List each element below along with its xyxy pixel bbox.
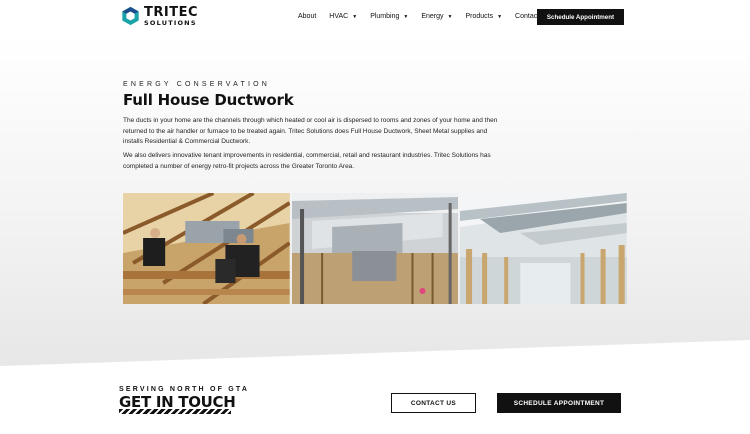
nav-label: About: [298, 13, 317, 20]
nav-item-about[interactable]: About: [298, 13, 316, 20]
nav-item-hvac[interactable]: HVAC ▼: [329, 13, 357, 20]
photo-ceiling-ducts: [291, 193, 459, 304]
contact-eyebrow: SERVING NORTH OF GTA: [119, 386, 250, 393]
photo-commercial-ducts: [460, 193, 628, 304]
gallery-photo-attic-install[interactable]: [123, 193, 290, 304]
nav-item-energy[interactable]: Energy ▼: [421, 13, 452, 20]
logo-subname: SOLUTIONS: [144, 19, 197, 27]
chevron-down-icon: ▼: [403, 13, 409, 20]
photo-gallery: [123, 193, 628, 304]
schedule-appointment-button-footer[interactable]: SCHEDULE APPOINTMENT: [497, 393, 621, 413]
gallery-photo-ceiling-ducts[interactable]: [291, 193, 459, 304]
nav-item-contact[interactable]: Contact: [515, 13, 539, 20]
main-nav: About HVAC ▼ Plumbing ▼ Energy ▼ Product…: [298, 13, 552, 20]
photo-attic-ductwork: [123, 193, 290, 304]
chevron-down-icon: ▼: [352, 13, 358, 20]
nav-label: Products: [465, 13, 494, 20]
nav-label: Contact: [515, 13, 540, 20]
intro-paragraph: The ducts in your home are the channels …: [123, 117, 498, 145]
chevron-down-icon: ▼: [497, 13, 503, 20]
brand-logo[interactable]: TRITEC SOLUTIONS: [121, 6, 198, 27]
gallery-photo-commercial-ducts[interactable]: [460, 193, 628, 304]
nav-item-plumbing[interactable]: Plumbing ▼: [370, 13, 408, 20]
logo-mark-icon: [122, 7, 139, 26]
site-header: TRITEC SOLUTIONS About HVAC ▼ Plumbing ▼…: [0, 0, 750, 36]
detail-paragraph: We also delivers innovative tenant impro…: [123, 152, 491, 170]
nav-item-products[interactable]: Products ▼: [465, 13, 502, 20]
contact-section: [0, 366, 750, 434]
nav-label: HVAC: [329, 13, 349, 20]
logo-wordmark: TRITEC SOLUTIONS: [144, 6, 198, 27]
nav-label: Energy: [421, 13, 444, 20]
page-title: Full House Ductwork: [123, 91, 294, 109]
contact-us-button[interactable]: CONTACT US: [391, 393, 476, 413]
chevron-down-icon: ▼: [447, 13, 453, 20]
nav-label: Plumbing: [370, 13, 400, 20]
logo-name: TRITEC: [144, 5, 199, 20]
section-eyebrow: ENERGY CONSERVATION: [123, 81, 271, 88]
schedule-appointment-button[interactable]: Schedule Appointment: [537, 9, 624, 25]
title-stripe-decoration: [119, 409, 231, 414]
